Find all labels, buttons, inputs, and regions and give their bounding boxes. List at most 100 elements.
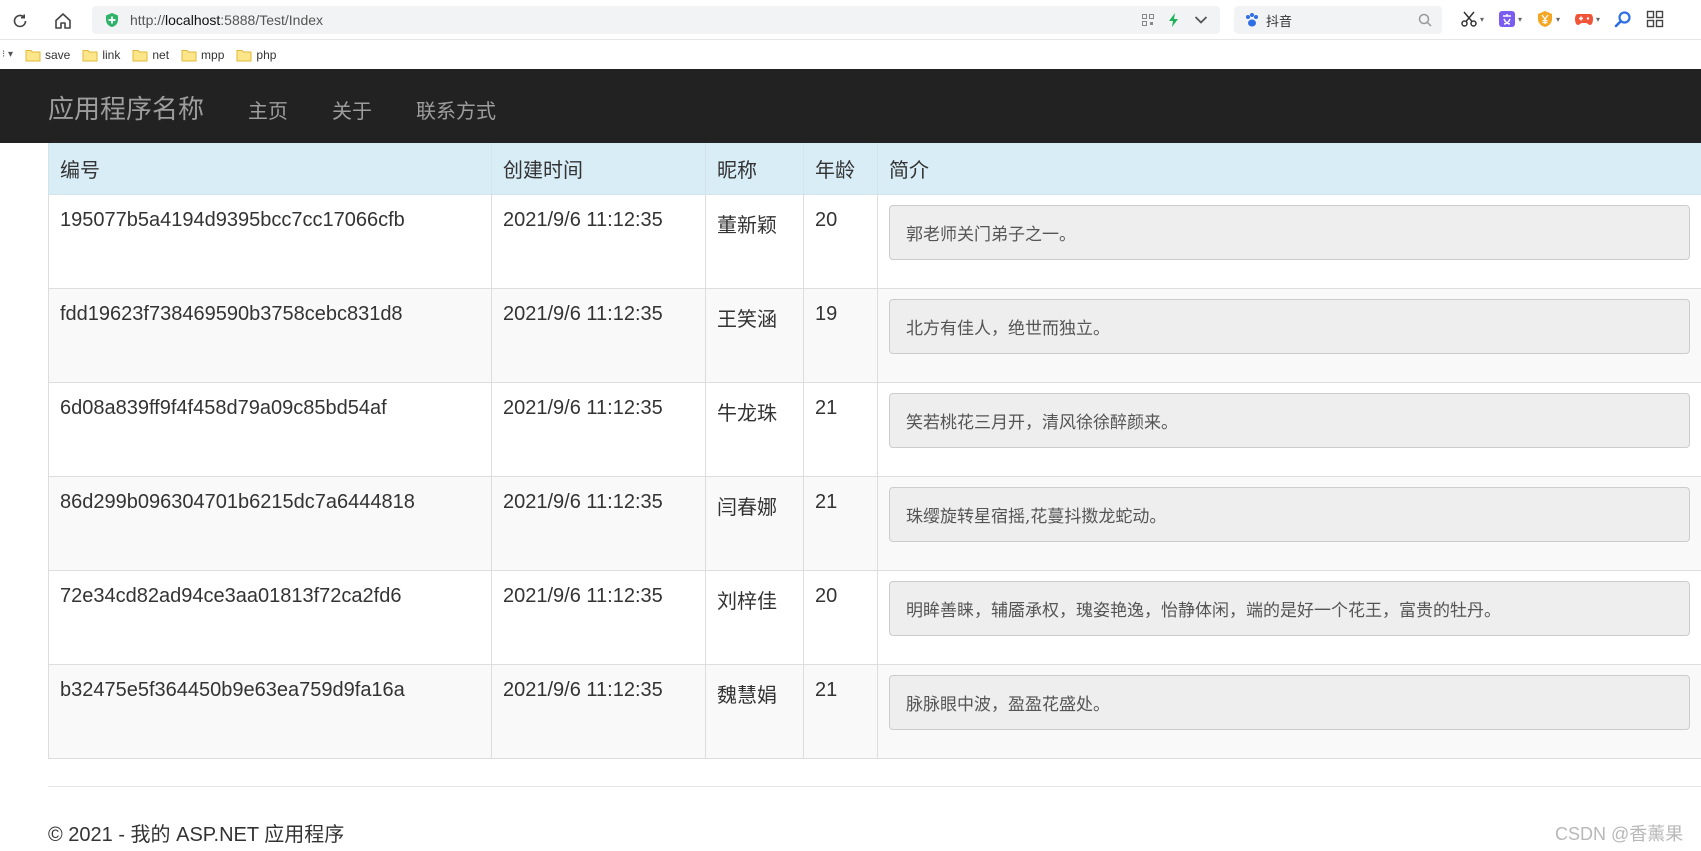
wallet-extension-button[interactable]: ▾ [1536,10,1560,28]
home-icon [55,13,71,29]
column-header-nickname: 昵称 [705,143,804,195]
brand-link[interactable]: 应用程序名称 [48,89,204,126]
browser-toolbar: http://localhost:5888/Test/Index 抖音 ▾ ▾ … [0,0,1701,40]
bookmark-folder-save[interactable]: save [25,48,70,62]
translate-icon [1499,11,1516,27]
cell-intro: 珠缨旋转星宿摇,花蔓抖擞龙蛇动。 [877,476,1701,571]
magnifier-button[interactable] [1614,10,1632,28]
column-header-id: 编号 [48,143,492,195]
cell-created: 2021/9/6 11:12:35 [491,664,706,759]
cell-age: 21 [803,382,878,477]
cell-intro: 郭老师关门弟子之一。 [877,194,1701,289]
cell-nickname: 王笑涵 [705,288,804,383]
intro-field[interactable]: 脉脉眼中波，盈盈花盛处。 [889,674,1690,730]
cell-intro: 脉脉眼中波，盈盈花盛处。 [877,664,1701,759]
bookmark-folder-php[interactable]: php [236,48,276,62]
cell-age: 19 [803,288,878,383]
gamepad-icon [1575,14,1594,25]
nav-link-about[interactable]: 关于 [332,95,372,124]
game-extension-button[interactable]: ▾ [1574,10,1600,28]
url-path: :5888/Test/Index [220,12,324,28]
footer-divider [48,786,1701,787]
table-row: 6d08a839ff9f4f458d79a09c85bd54af 2021/9/… [48,382,1701,477]
column-header-age: 年龄 [803,143,878,195]
chevron-down-icon[interactable] [1194,15,1208,25]
cell-id: 195077b5a4194d9395bcc7cc17066cfb [48,194,492,289]
cell-id: b32475e5f364450b9e63ea759d9fa16a [48,664,492,759]
cell-nickname: 魏慧娟 [705,664,804,759]
url-prefix: http:// [130,12,166,28]
table-row: fdd19623f738469590b3758cebc831d8 2021/9/… [48,288,1701,383]
search-engine-text: 抖音 [1266,13,1293,29]
bookmark-folder-net[interactable]: net [132,48,169,62]
cell-id: 6d08a839ff9f4f458d79a09c85bd54af [48,382,492,477]
grid-icon [1646,10,1664,28]
intro-field[interactable]: 郭老师关门弟子之一。 [889,204,1690,260]
apps-grid-button[interactable] [1646,10,1664,28]
scissors-icon [1461,11,1477,27]
reload-button[interactable] [8,9,32,33]
table-row: 195077b5a4194d9395bcc7cc17066cfb 2021/9/… [48,194,1701,289]
cell-id: fdd19623f738469590b3758cebc831d8 [48,288,492,383]
table-row: 86d299b096304701b6215dc7a6444818 2021/9/… [48,476,1701,571]
folder-icon [132,49,148,61]
baidu-paw-icon [1246,13,1258,27]
cell-intro: 笑若桃花三月开，清风徐徐醉颜来。 [877,382,1701,477]
shield-icon [104,12,120,28]
column-header-created: 创建时间 [491,143,706,195]
bookmark-label: mpp [201,47,225,62]
cell-nickname: 董新颖 [705,194,804,289]
screenshot-button[interactable]: ▾ [1460,10,1484,28]
cell-age: 21 [803,476,878,571]
cell-created: 2021/9/6 11:12:35 [491,476,706,571]
column-header-intro: 简介 [877,143,1701,195]
table-row: 72e34cd82ad94ce3aa01813f72ca2fd6 2021/9/… [48,570,1701,665]
intro-field[interactable]: 北方有佳人，绝世而独立。 [889,298,1690,354]
home-button[interactable] [51,9,75,33]
cell-intro: 北方有佳人，绝世而独立。 [877,288,1701,383]
lightning-icon[interactable] [1168,13,1180,27]
translate-button[interactable]: ▾ [1498,10,1522,28]
bookmark-label: net [152,47,170,62]
cell-nickname: 牛龙珠 [705,382,804,477]
cell-age: 20 [803,194,878,289]
search-box[interactable]: 抖音 [1234,6,1442,34]
intro-field[interactable]: 笑若桃花三月开，清风徐徐醉颜来。 [889,392,1690,448]
cell-age: 21 [803,664,878,759]
intro-field[interactable]: 珠缨旋转星宿摇,花蔓抖擞龙蛇动。 [889,486,1690,542]
cell-id: 72e34cd82ad94ce3aa01813f72ca2fd6 [48,570,492,665]
watermark: CSDN @香薰果 [1555,824,1684,844]
cell-age: 20 [803,570,878,665]
bookmarks-bar: ⁝ ▾ save link net mpp php [0,40,1701,69]
folder-icon [181,49,197,61]
nav-link-contact[interactable]: 联系方式 [416,95,496,124]
search-icon[interactable] [1418,13,1432,27]
shield-yuan-icon [1538,11,1553,27]
address-bar[interactable]: http://localhost:5888/Test/Index [92,6,1220,34]
bookmark-label: php [256,47,277,62]
footer-copyright: © 2021 - 我的 ASP.NET 应用程序 [48,824,345,846]
reload-icon [13,14,27,28]
bookmark-folder-mpp[interactable]: mpp [181,48,224,62]
url-text: http://localhost:5888/Test/Index [130,12,323,28]
folder-icon [236,49,252,61]
folder-icon [25,49,41,61]
cell-created: 2021/9/6 11:12:35 [491,194,706,289]
intro-field[interactable]: 明眸善睐，辅靥承权，瑰姿艳逸，怡静体闲，端的是好一个花王，富贵的牡丹。 [889,580,1690,636]
cell-created: 2021/9/6 11:12:35 [491,288,706,383]
magnifier-icon [1614,11,1631,28]
user-table: 编号 创建时间 昵称 年龄 简介 195077b5a4194d9395bcc7c… [48,143,1701,759]
cell-created: 2021/9/6 11:12:35 [491,382,706,477]
bookmark-label: link [102,47,121,62]
cell-nickname: 刘梓佳 [705,570,804,665]
nav-link-home[interactable]: 主页 [248,95,288,124]
table-header-row: 编号 创建时间 昵称 年龄 简介 [48,143,1701,195]
qrcode-icon[interactable] [1142,14,1154,26]
cell-created: 2021/9/6 11:12:35 [491,570,706,665]
folder-icon [82,49,98,61]
bookmark-label: save [44,47,71,62]
cell-nickname: 闫春娜 [705,476,804,571]
bookmark-folder-link[interactable]: link [82,48,120,62]
cell-intro: 明眸善睐，辅靥承权，瑰姿艳逸，怡静体闲，端的是好一个花王，富贵的牡丹。 [877,570,1701,665]
bookmarks-menu-icon[interactable]: ⁝ ▾ [2,49,13,60]
